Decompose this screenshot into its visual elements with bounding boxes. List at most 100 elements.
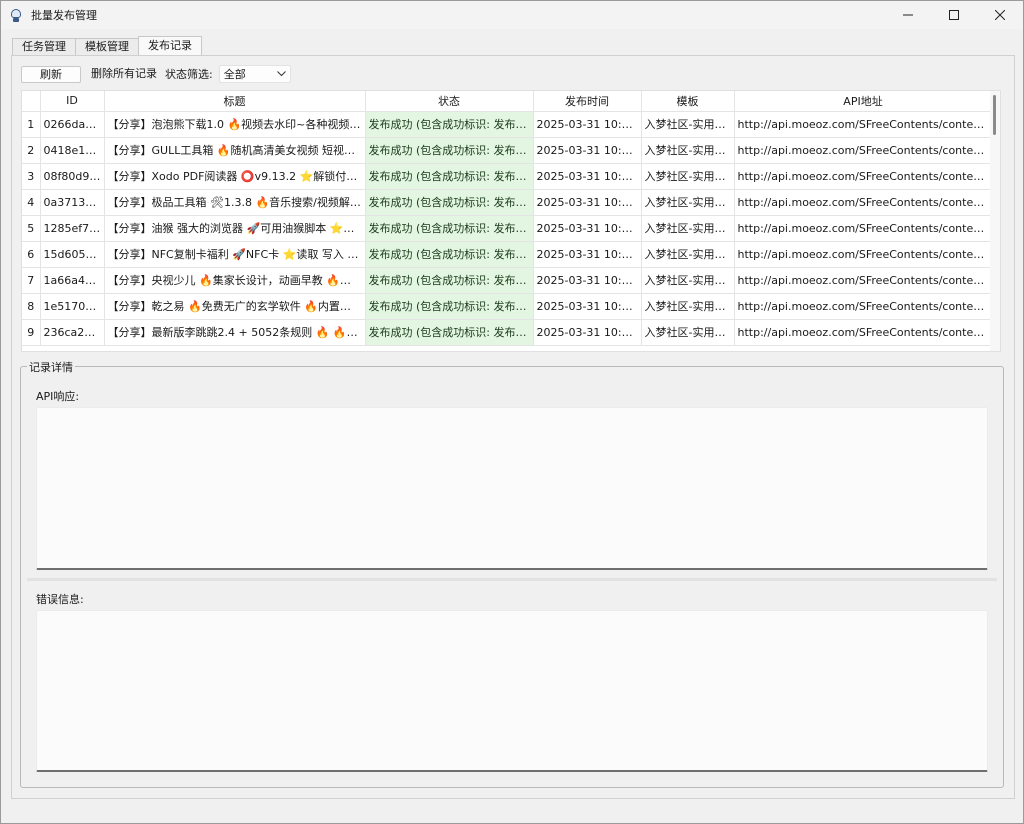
table-row[interactable]: 6 15d60551... 【分享】NFC复制卡福利 🚀NFC卡 ⭐读取 写入 编辑…	[22, 241, 1000, 268]
id-cell[interactable]: 0418e102...	[40, 137, 105, 164]
title-cell[interactable]: 【分享】央视少儿 🔥集家长设计，动画早教 🔥互动和...	[104, 267, 366, 294]
row-number-cell[interactable]: 2	[22, 137, 41, 164]
row-number-cell[interactable]: 3	[22, 163, 41, 190]
tab-bar: 任务管理 模板管理 发布记录	[12, 36, 202, 55]
title-cell[interactable]: 【分享】油猴 强大的浏览器 🚀可用油猴脚本 ⭐网络...	[104, 215, 366, 242]
status-cell[interactable]: 发布成功 (包含成功标识: 发布成功)	[365, 111, 534, 138]
publish-time-cell[interactable]: 2025-03-31 10:09:53	[533, 319, 642, 346]
status-cell[interactable]: 发布成功 (包含成功标识: 发布成功)	[365, 215, 534, 242]
scrollbar-thumb[interactable]	[993, 95, 996, 135]
close-button[interactable]	[977, 1, 1023, 29]
template-cell[interactable]: 入梦社区-实用软件	[641, 241, 735, 268]
table-row[interactable]: 8 1e5170eb... 【分享】乾之易 🔥免费无广的玄学软件 🔥内置超多不...…	[22, 293, 1000, 320]
table-row[interactable]: 1 0266dad3... 【分享】泡泡熊下载1.0 🔥视频去水印~各种视频解析..…	[22, 111, 1000, 138]
title-cell[interactable]: 【分享】泡泡熊下载1.0 🔥视频去水印~各种视频解析...	[104, 111, 366, 138]
table-row[interactable]: 3 08f80d93... 【分享】Xodo PDF阅读器 ⭕v9.13.2 ⭐解锁…	[22, 163, 1000, 190]
id-cell[interactable]: 1285ef74...	[40, 215, 105, 242]
title-cell[interactable]: 【分享】最新版李跳跳2.4 + 5052条规则 🔥 🔥安卓...	[104, 319, 366, 346]
api-url-cell[interactable]: http://api.moeoz.com/SFreeContents/conte…	[734, 293, 993, 320]
title-cell[interactable]: 【分享】NFC复制卡福利 🚀NFC卡 ⭐读取 写入 编辑...	[104, 241, 366, 268]
status-cell[interactable]: 发布成功 (包含成功标识: 发布成功)	[365, 241, 534, 268]
row-number-cell[interactable]: 9	[22, 319, 41, 346]
publish-time-cell[interactable]: 2025-03-31 10:04:23	[533, 111, 642, 138]
error-info-textarea[interactable]	[36, 610, 988, 772]
publish-time-cell[interactable]: 2025-03-31 10:10:04	[533, 189, 642, 216]
row-number-cell[interactable]: 4	[22, 189, 41, 216]
api-url-cell[interactable]: http://api.moeoz.com/SFreeContents/conte…	[734, 111, 993, 138]
row-number-cell[interactable]: 8	[22, 293, 41, 320]
status-filter-select[interactable]: 全部	[218, 65, 291, 83]
column-header-api-url[interactable]: API地址	[734, 91, 993, 112]
id-cell[interactable]: 236ca29a...	[40, 319, 105, 346]
title-bar[interactable]: 批量发布管理	[1, 1, 1023, 29]
status-cell[interactable]: 发布成功 (包含成功标识: 发布成功)	[365, 189, 534, 216]
main-window: 批量发布管理 任务管理 模板管理 发布记录 刷新 删除所有记录 状态筛选: 全部	[0, 0, 1024, 824]
table-row[interactable]: 2 0418e102... 【分享】GULL工具箱 🔥随机高清美女视频 短视频去..…	[22, 137, 1000, 164]
column-header-template[interactable]: 模板	[641, 91, 735, 112]
table-row[interactable]: 5 1285ef74... 【分享】油猴 强大的浏览器 🚀可用油猴脚本 ⭐网络...…	[22, 215, 1000, 242]
title-cell[interactable]: 【分享】Xodo PDF阅读器 ⭕v9.13.2 ⭐解锁付费专...	[104, 163, 366, 190]
publish-time-cell[interactable]: 2025-03-31 10:12:24	[533, 137, 642, 164]
row-number-cell[interactable]: 6	[22, 241, 41, 268]
id-cell[interactable]: 0266dad3...	[40, 111, 105, 138]
api-url-cell[interactable]: http://api.moeoz.com/SFreeContents/conte…	[734, 163, 993, 190]
column-header-id[interactable]: ID	[40, 91, 105, 112]
publish-time-cell[interactable]: 2025-03-31 10:10:21	[533, 215, 642, 242]
details-splitter[interactable]	[27, 578, 997, 581]
api-url-cell[interactable]: http://api.moeoz.com/SFreeContents/conte…	[734, 267, 993, 294]
status-cell[interactable]: 发布成功 (包含成功标识: 发布成功)	[365, 319, 534, 346]
record-details-title: 记录详情	[27, 359, 75, 375]
table-row[interactable]: 9 236ca29a... 【分享】最新版李跳跳2.4 + 5052条规则 🔥 🔥安…	[22, 319, 1000, 346]
api-url-cell[interactable]: http://api.moeoz.com/SFreeContents/conte…	[734, 189, 993, 216]
toolbar: 刷新 删除所有记录 状态筛选: 全部	[21, 65, 291, 83]
table-vertical-scrollbar[interactable]	[990, 91, 1000, 351]
title-cell[interactable]: 【分享】乾之易 🔥免费无广的玄学软件 🔥内置超多不...	[104, 293, 366, 320]
template-cell[interactable]: 入梦社区-实用软件	[641, 137, 735, 164]
template-cell[interactable]: 入梦社区-实用软件	[641, 189, 735, 216]
window-title: 批量发布管理	[31, 9, 97, 22]
tab-publish-records[interactable]: 发布记录	[138, 36, 202, 55]
template-cell[interactable]: 入梦社区-实用软件	[641, 111, 735, 138]
template-cell[interactable]: 入梦社区-实用软件	[641, 267, 735, 294]
error-info-label: 错误信息:	[36, 593, 84, 606]
status-cell[interactable]: 发布成功 (包含成功标识: 发布成功)	[365, 293, 534, 320]
api-url-cell[interactable]: http://api.moeoz.com/SFreeContents/conte…	[734, 215, 993, 242]
column-header-status[interactable]: 状态	[365, 91, 534, 112]
template-cell[interactable]: 入梦社区-实用软件	[641, 319, 735, 346]
minimize-button[interactable]	[885, 1, 931, 29]
publish-time-cell[interactable]: 2025-03-31 10:10:21	[533, 293, 642, 320]
publish-time-cell[interactable]: 2025-03-31 10:09:58	[533, 163, 642, 190]
api-url-cell[interactable]: http://api.moeoz.com/SFreeContents/conte…	[734, 137, 993, 164]
id-cell[interactable]: 1a66a481...	[40, 267, 105, 294]
delete-all-records-button[interactable]: 删除所有记录	[89, 66, 159, 83]
template-cell[interactable]: 入梦社区-实用软件	[641, 163, 735, 190]
table-row[interactable]: 4 0a3713ed... 【分享】极品工具箱 🛠1.3.8 🔥音乐搜索/视频解析等…	[22, 189, 1000, 216]
table-row[interactable]: 7 1a66a481... 【分享】央视少儿 🔥集家长设计，动画早教 🔥互动和...…	[22, 267, 1000, 294]
status-cell[interactable]: 发布成功 (包含成功标识: 发布成功)	[365, 267, 534, 294]
tab-template-management[interactable]: 模板管理	[75, 38, 139, 55]
column-header-publish-time[interactable]: 发布时间	[533, 91, 642, 112]
title-cell[interactable]: 【分享】GULL工具箱 🔥随机高清美女视频 短视频去...	[104, 137, 366, 164]
id-cell[interactable]: 1e5170eb...	[40, 293, 105, 320]
status-cell[interactable]: 发布成功 (包含成功标识: 发布成功)	[365, 163, 534, 190]
template-cell[interactable]: 入梦社区-实用软件	[641, 293, 735, 320]
row-number-cell[interactable]: 1	[22, 111, 41, 138]
records-table[interactable]: ID 标题 状态 发布时间 模板 API地址 1 0266dad3... 【分享】泡…	[21, 90, 1001, 352]
status-cell[interactable]: 发布成功 (包含成功标识: 发布成功)	[365, 137, 534, 164]
row-number-cell[interactable]: 5	[22, 215, 41, 242]
id-cell[interactable]: 15d60551...	[40, 241, 105, 268]
id-cell[interactable]: 0a3713ed...	[40, 189, 105, 216]
api-response-textarea[interactable]	[36, 407, 988, 570]
api-url-cell[interactable]: http://api.moeoz.com/SFreeContents/conte…	[734, 319, 993, 346]
template-cell[interactable]: 入梦社区-实用软件	[641, 215, 735, 242]
refresh-button[interactable]: 刷新	[21, 65, 81, 83]
id-cell[interactable]: 08f80d93...	[40, 163, 105, 190]
row-number-cell[interactable]: 7	[22, 267, 41, 294]
maximize-button[interactable]	[931, 1, 977, 29]
publish-time-cell[interactable]: 2025-03-31 10:04:25	[533, 267, 642, 294]
title-cell[interactable]: 【分享】极品工具箱 🛠1.3.8 🔥音乐搜索/视频解析等...	[104, 189, 366, 216]
tab-task-management[interactable]: 任务管理	[12, 38, 76, 55]
publish-time-cell[interactable]: 2025-03-31 10:10:09	[533, 241, 642, 268]
column-header-title[interactable]: 标题	[104, 91, 366, 112]
api-url-cell[interactable]: http://api.moeoz.com/SFreeContents/conte…	[734, 241, 993, 268]
